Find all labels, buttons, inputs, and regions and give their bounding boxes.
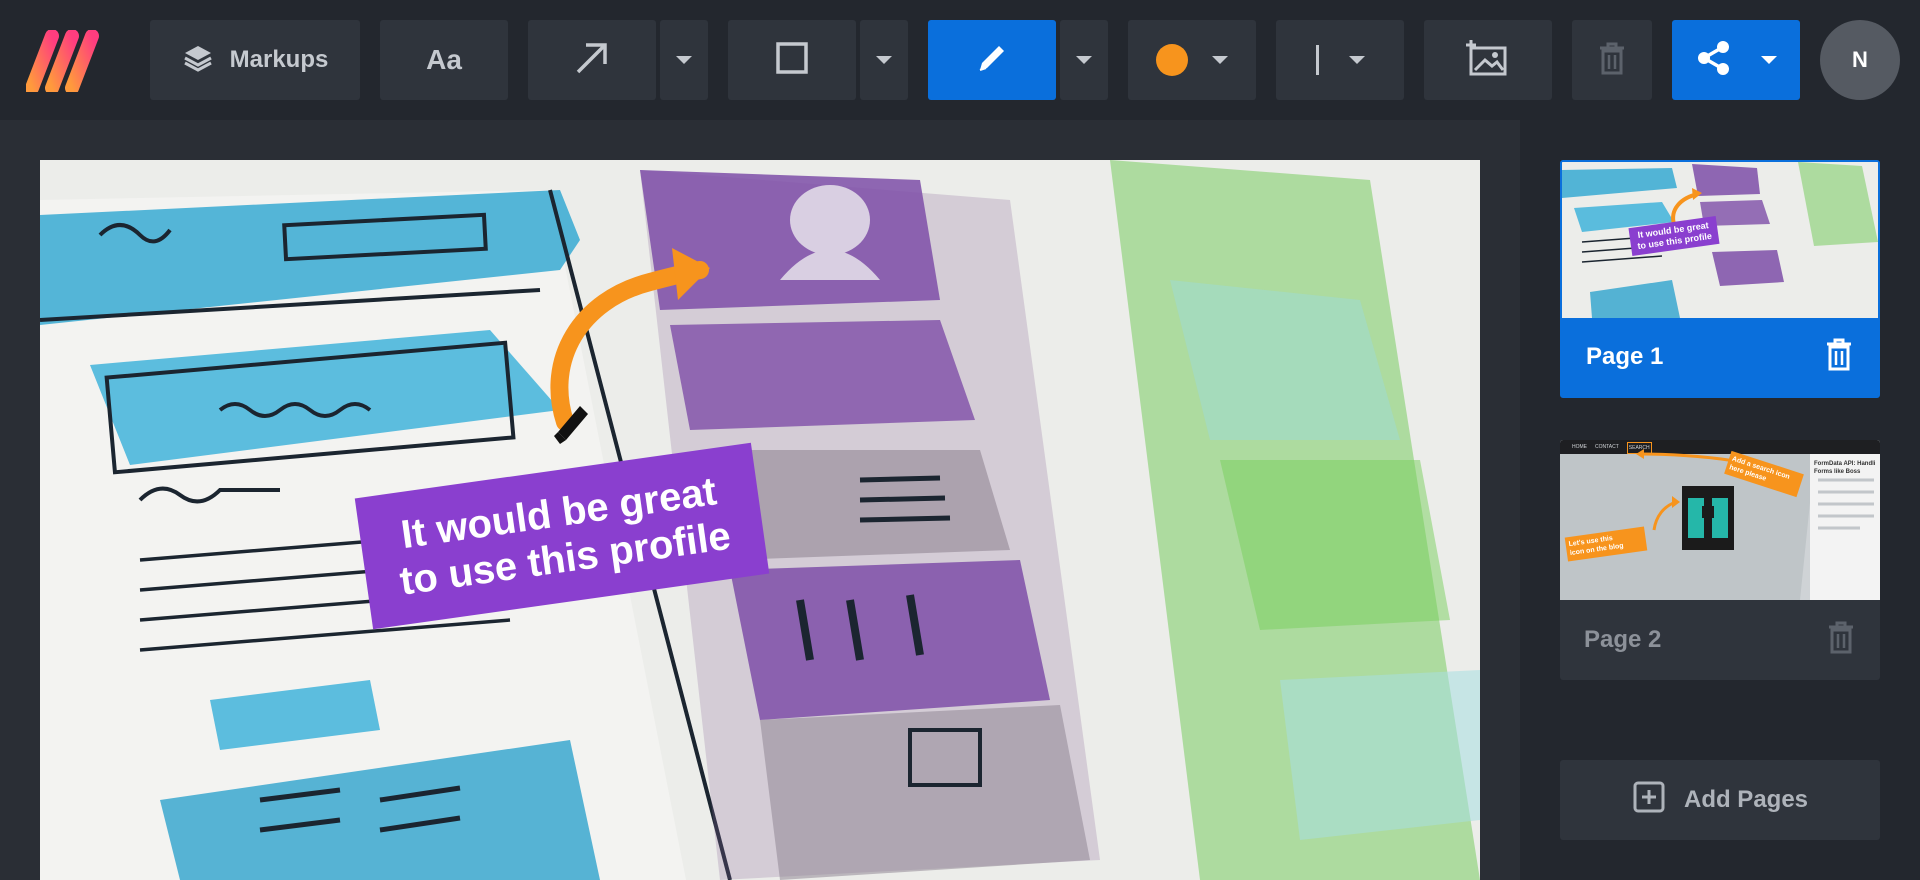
page-2-thumbnail[interactable]: HOME CONTACT SEARCH Let's use this icon … — [1560, 440, 1880, 600]
add-pages-button[interactable]: Add Pages — [1560, 760, 1880, 840]
add-image-icon — [1465, 38, 1511, 83]
avatar[interactable]: N — [1820, 20, 1900, 100]
text-tool-label: Aa — [426, 44, 462, 75]
chevron-down-icon — [1348, 56, 1365, 64]
trash-icon — [1597, 41, 1627, 80]
add-image-button[interactable] — [1424, 20, 1552, 100]
share-icon — [1695, 39, 1733, 82]
page-card-1[interactable]: It would be great to use this profile Pa… — [1560, 160, 1880, 398]
delete-button[interactable] — [1572, 20, 1652, 100]
rectangle-tool-button[interactable] — [728, 20, 856, 100]
add-page-icon — [1632, 780, 1666, 821]
app-logo[interactable] — [25, 29, 126, 95]
chevron-down-icon — [1076, 56, 1092, 64]
color-picker-button[interactable] — [1128, 20, 1256, 100]
color-swatch-icon — [1156, 44, 1188, 76]
layers-icon — [182, 42, 214, 79]
toolbar: Markups Aa N — [0, 0, 1920, 120]
stroke-width-button[interactable] — [1276, 20, 1404, 100]
arrow-tool-icon — [572, 38, 612, 83]
markups-button[interactable]: Markups — [150, 20, 360, 100]
rectangle-tool-dropdown[interactable] — [860, 20, 908, 100]
markup-canvas[interactable]: It would be great to use this profile — [40, 160, 1480, 880]
chevron-down-icon — [1212, 56, 1228, 64]
pen-tool-icon — [972, 38, 1012, 83]
chevron-down-icon — [1761, 56, 1777, 64]
page-2-label: Page 2 — [1584, 626, 1662, 653]
page-2-thumb-nav: HOME CONTACT SEARCH — [1572, 442, 1652, 454]
page-2-thumb-article-title-line-1: FormData API: Handli — [1814, 461, 1876, 467]
chevron-down-icon — [676, 56, 692, 64]
markups-label: Markups — [229, 46, 329, 73]
arrow-tool-dropdown[interactable] — [660, 20, 708, 100]
page-2-thumb-article-title-line-2: Forms like Boss — [1814, 469, 1861, 475]
page-1-thumbnail[interactable]: It would be great to use this profile — [1562, 162, 1878, 318]
pen-tool-dropdown[interactable] — [1060, 20, 1108, 100]
pen-tool-button[interactable] — [928, 20, 1056, 100]
stroke-width-icon — [1315, 45, 1319, 75]
page-2-thumb-nav-item: SEARCH — [1626, 442, 1652, 454]
page-2-thumb-article-title: FormData API: Handli Forms like Boss — [1814, 460, 1880, 476]
rectangle-tool-icon — [774, 40, 810, 81]
avatar-initial: N — [1852, 47, 1868, 72]
page-1-label: Page 1 — [1586, 343, 1664, 370]
page-2-thumb-nav-item: CONTACT — [1595, 444, 1619, 450]
trash-icon[interactable] — [1824, 337, 1854, 378]
add-pages-label: Add Pages — [1683, 786, 1809, 813]
text-tool-button[interactable]: Aa — [380, 20, 508, 100]
share-button[interactable] — [1672, 20, 1800, 100]
arrow-tool-button[interactable] — [528, 20, 656, 100]
page-card-2[interactable]: HOME CONTACT SEARCH Let's use this icon … — [1560, 440, 1880, 680]
trash-icon[interactable] — [1826, 620, 1856, 661]
page-2-thumb-nav-item: HOME — [1572, 444, 1587, 450]
pages-sidebar: It would be great to use this profile Pa… — [1520, 120, 1920, 880]
workspace: It would be great to use this profile — [0, 120, 1520, 880]
chevron-down-icon — [876, 56, 892, 64]
